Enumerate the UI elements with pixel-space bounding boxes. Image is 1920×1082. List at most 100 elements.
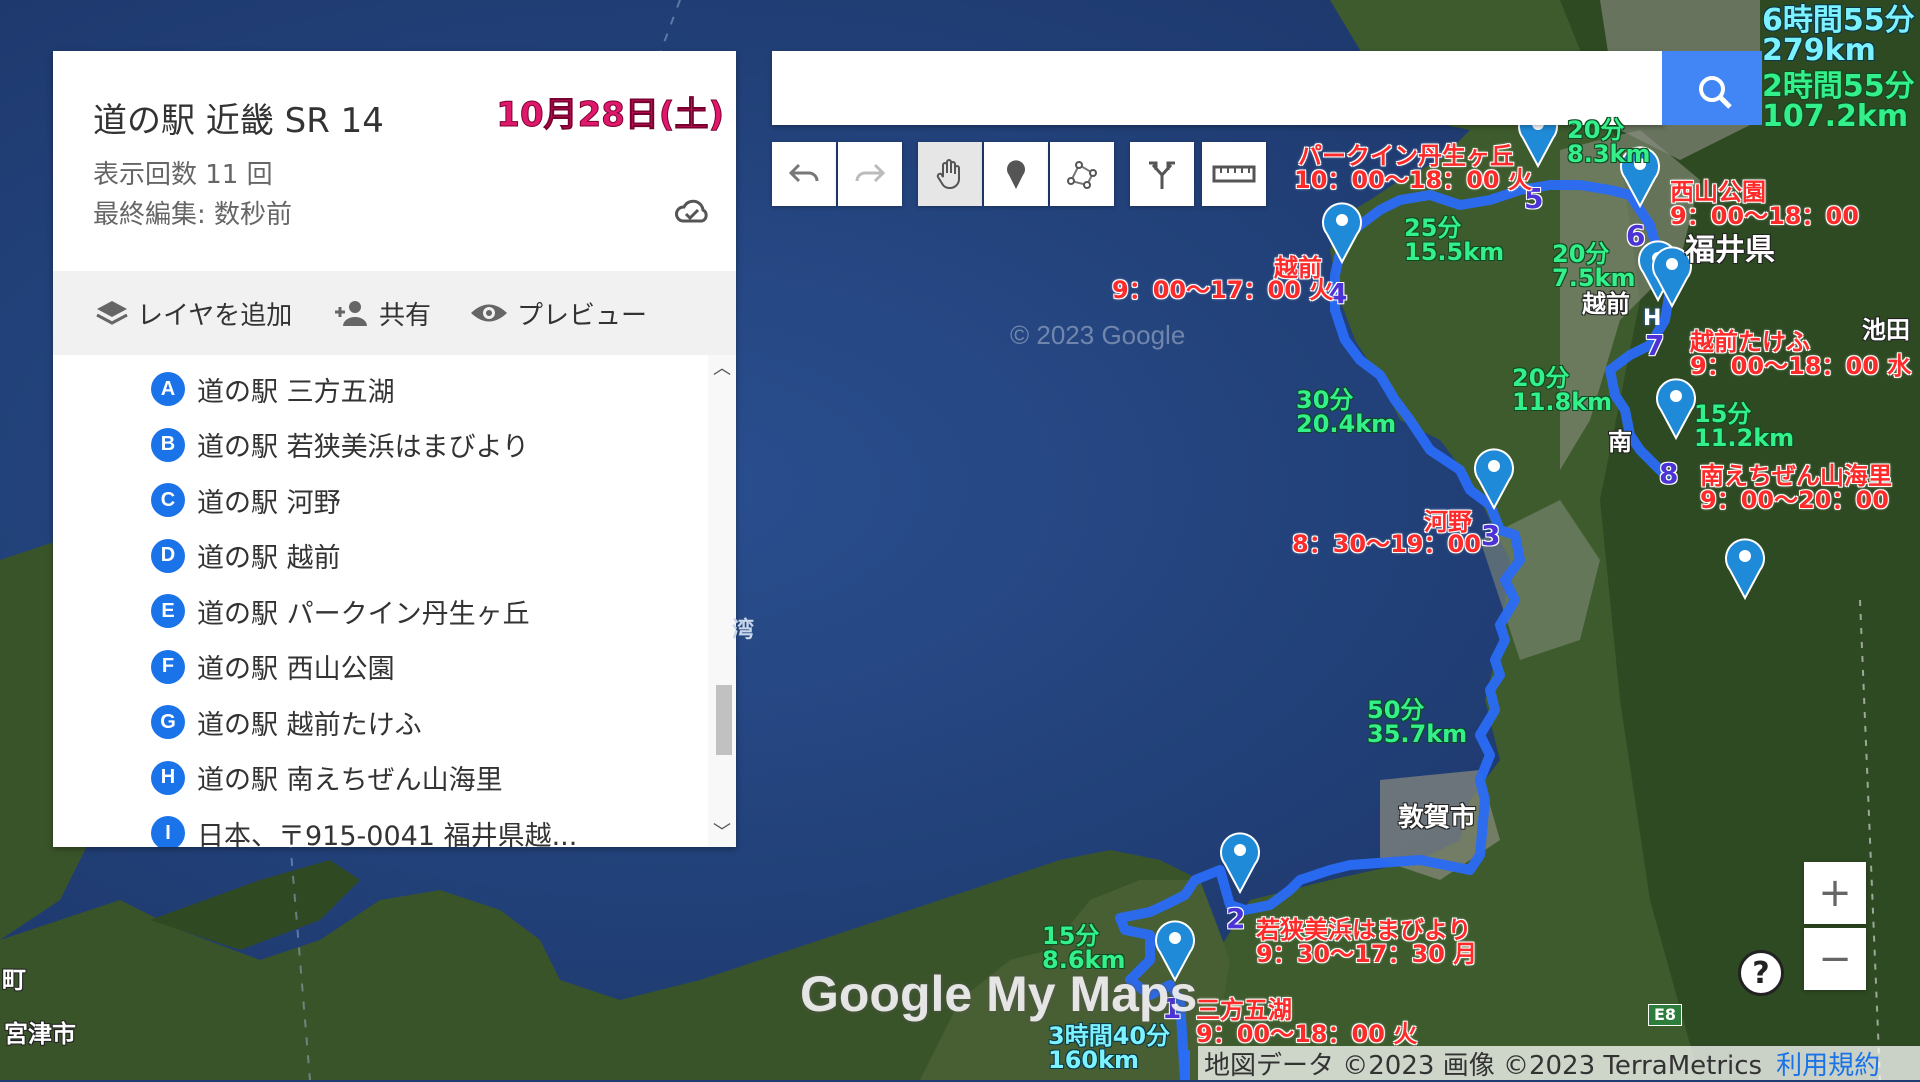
zoom-in-button[interactable]: + — [1804, 862, 1866, 924]
stop-number: 7 — [1645, 329, 1665, 362]
leg-dist: 7.5km — [1552, 264, 1636, 292]
zoom-out-button[interactable]: − — [1804, 928, 1866, 990]
stop-number: 6 — [1626, 219, 1646, 252]
list-item[interactable]: H 道の駅 南えちぜん山海里 — [151, 758, 503, 798]
add-marker-button[interactable] — [984, 142, 1048, 206]
panel-toolbar: レイヤを追加 共有 プレビュー — [53, 271, 736, 355]
last-edited: 最終編集: 数秒前 — [93, 200, 293, 230]
google-my-maps-logo: Google My Maps — [800, 966, 1198, 1022]
attribution-text: 地図データ ©2023 画像 ©2023 TerraMetrics — [1204, 1050, 1763, 1081]
marker-icon — [1007, 160, 1025, 189]
place-miyazu: 宮津市 — [4, 1020, 76, 1048]
draw-line-button[interactable] — [1050, 142, 1114, 206]
undo-button[interactable] — [772, 142, 836, 206]
stop-hours: 10：00〜18：00 火 — [1294, 166, 1532, 194]
scroll-down-icon[interactable]: ﹀ — [712, 823, 732, 843]
leg-time: 15分 — [1694, 400, 1752, 428]
stop-name: 越前たけふ — [1690, 328, 1810, 356]
view-count: 表示回数 11 回 — [93, 160, 273, 190]
preview-button[interactable]: プレビュー — [469, 293, 647, 333]
redo-icon — [855, 163, 886, 183]
list-item-label: 道の駅 パークイン丹生ヶ丘 — [197, 598, 530, 630]
leg-time: 50分 — [1367, 696, 1425, 724]
map-attribution: 地図データ ©2023 画像 ©2023 TerraMetrics 利用規約 — [1198, 1045, 1920, 1082]
list-item[interactable]: C 道の駅 河野 — [151, 480, 341, 520]
leg-dist: 15.5km — [1404, 238, 1505, 266]
map-marker-pin[interactable] — [1721, 534, 1769, 600]
list-item-badge: G — [151, 705, 185, 739]
stop-hours: 9：00〜17：00 火 — [1112, 276, 1334, 304]
map-marker-pin[interactable] — [1216, 828, 1264, 894]
search-input[interactable] — [788, 67, 1632, 111]
leg-dist: 20.4km — [1296, 410, 1397, 438]
stop-hours: 9：00〜18：00 水 — [1690, 352, 1912, 380]
stop-hours: 9：00〜20：00 — [1700, 486, 1889, 514]
list-item[interactable]: B 道の駅 若狭美浜はまびより — [151, 425, 529, 465]
map-marker-pin[interactable] — [1318, 198, 1366, 264]
preview-label: プレビュー — [517, 300, 648, 331]
help-button[interactable]: ? — [1738, 950, 1784, 996]
add-layer-label: レイヤを追加 — [137, 300, 293, 331]
list-item[interactable]: F 道の駅 西山公園 — [151, 647, 395, 687]
list-item-label: 道の駅 越前たけふ — [197, 709, 422, 741]
directions-button[interactable] — [1130, 142, 1194, 206]
list-item[interactable]: A 道の駅 三方五湖 — [151, 369, 395, 409]
part-time: 2時間55分 — [1762, 69, 1915, 104]
list-item-badge: A — [151, 372, 185, 406]
leg-time: 20分 — [1512, 364, 1570, 392]
list-item-label: 道の駅 河野 — [197, 487, 341, 519]
stop-name: 南えちぜん山海里 — [1700, 462, 1892, 490]
share-button[interactable]: 共有 — [331, 293, 431, 333]
undo-icon — [788, 163, 819, 183]
place-list: A 道の駅 三方五湖 B 道の駅 若狭美浜はまびより C 道の駅 河野 D 道の駅 越前 E 道の… — [53, 355, 736, 847]
leg-dist: 8.3km — [1567, 140, 1651, 168]
stop-number: 3 — [1481, 519, 1501, 552]
add-layer-button[interactable]: レイヤを追加 — [95, 293, 292, 333]
marker-h-label: H — [1643, 306, 1662, 331]
scroll-up-icon[interactable]: ︿ — [712, 359, 732, 379]
leg-time: 20分 — [1552, 240, 1610, 268]
list-item[interactable]: I 日本、〒915-0041 福井県越... — [151, 813, 577, 847]
map-marker-pin[interactable] — [1470, 444, 1518, 510]
map-copyright-watermark: © 2023 Google — [1010, 320, 1186, 350]
total-distance: 279km — [1762, 33, 1876, 68]
redo-button[interactable] — [838, 142, 902, 206]
stop-hours: 9：00〜18：00 火 — [1196, 1020, 1418, 1048]
list-item-label: 道の駅 西山公園 — [197, 654, 395, 685]
stop-name: 三方五湖 — [1196, 996, 1292, 1024]
search-icon — [1699, 76, 1732, 109]
list-item-label: 道の駅 南えちぜん山海里 — [197, 765, 503, 796]
list-item-badge: H — [151, 760, 185, 795]
list-item-label: 日本、〒915-0041 福井県越... — [197, 820, 578, 848]
directions-icon — [1149, 161, 1175, 189]
search-box[interactable] — [772, 51, 1664, 125]
terms-link[interactable]: 利用規約 — [1776, 1045, 1880, 1082]
pan-tool-button[interactable] — [918, 142, 982, 206]
leg-dist: 11.8km — [1512, 388, 1613, 416]
list-scrollbar[interactable]: ︿ ﹀ — [708, 355, 736, 847]
polyline-icon — [1067, 161, 1097, 189]
map-title[interactable]: 道の駅 近畿 SR 14 — [93, 93, 384, 142]
scroll-thumb[interactable] — [716, 685, 732, 755]
place-tsuruga: 敦賀市 — [1398, 803, 1477, 833]
list-item[interactable]: D 道の駅 越前 — [151, 536, 341, 576]
place-machi: 町 — [2, 966, 26, 994]
list-item[interactable]: G 道の駅 越前たけふ — [151, 702, 422, 742]
list-item[interactable]: E 道の駅 パークイン丹生ヶ丘 — [151, 591, 530, 631]
eye-icon — [471, 304, 507, 322]
layers-icon — [96, 301, 128, 325]
search-button[interactable] — [1662, 51, 1762, 125]
place-bay: 湾 — [732, 618, 755, 643]
share-label: 共有 — [379, 300, 432, 331]
place-ikeda: 池田 — [1862, 316, 1910, 344]
measure-button[interactable] — [1202, 142, 1266, 206]
leg-dist: 11.2km — [1694, 424, 1795, 452]
leg-dist: 35.7km — [1367, 720, 1468, 748]
map-marker-pin[interactable] — [1652, 374, 1700, 440]
stop-number: 8 — [1659, 457, 1679, 490]
leg-time: 20分 — [1567, 116, 1625, 144]
question-icon: ? — [1752, 955, 1770, 991]
leg-time: 25分 — [1404, 214, 1462, 242]
stop-hours: 8：30〜19：00 — [1292, 530, 1481, 558]
leg-time: 15分 — [1042, 922, 1100, 950]
